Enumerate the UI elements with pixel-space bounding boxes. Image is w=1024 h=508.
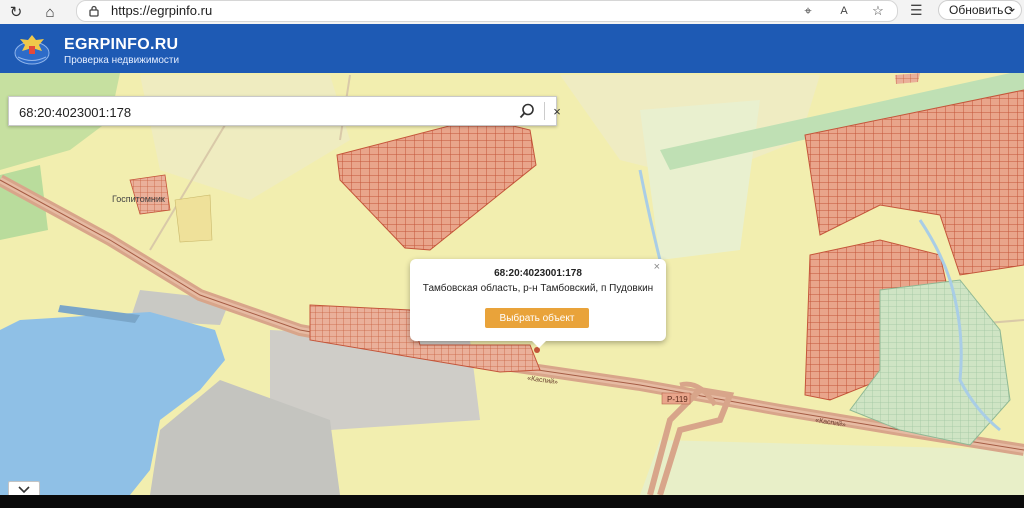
site-subtitle: Проверка недвижимости [64,55,180,66]
route-label: Р-119 [667,395,688,404]
search-divider [544,102,545,120]
cadastral-search-box: × [8,96,561,126]
location-icon[interactable]: ⌖ [799,2,817,20]
site-header: EGRPINFO.RU Проверка недвижимости [0,24,1024,73]
update-button-label: Обновить [949,3,1004,17]
update-button[interactable]: Обновить ⟳ [938,0,1022,20]
read-aloud-icon[interactable]: A [835,2,853,20]
close-icon[interactable]: × [547,101,567,121]
favorites-icon[interactable]: ☰ [910,2,923,19]
eagle-emblem-icon[interactable] [12,31,52,67]
refresh-icon[interactable]: ↻ [6,2,26,22]
chevron-down-icon [18,486,30,494]
search-input[interactable] [17,101,501,123]
search-icon[interactable] [517,101,537,121]
village-label: Госпитомник [112,194,165,204]
lock-icon [89,5,99,17]
select-object-button[interactable]: Выбрать объект [485,308,589,328]
site-title[interactable]: EGRPINFO.RU [64,36,178,54]
reload-icon: ⟳ [1004,3,1015,18]
screen-bottom-edge [0,495,1024,508]
star-icon[interactable]: ☆ [869,2,887,20]
popup-address: Тамбовская область, р-н Тамбовский, п Пу… [422,283,654,294]
address-bar[interactable]: https://egrpinfo.ru ⌖ A ☆ [76,0,898,22]
popup-cadastral-number: 68:20:4023001:178 [494,268,582,279]
object-popup: × 68:20:4023001:178 Тамбовская область, … [410,259,666,348]
home-icon[interactable]: ⌂ [40,2,60,22]
url-text: https://egrpinfo.ru [111,3,213,18]
browser-toolbar: ↻ ⌂ https://egrpinfo.ru ⌖ A ☆ ☰ Обновить… [0,0,1024,25]
